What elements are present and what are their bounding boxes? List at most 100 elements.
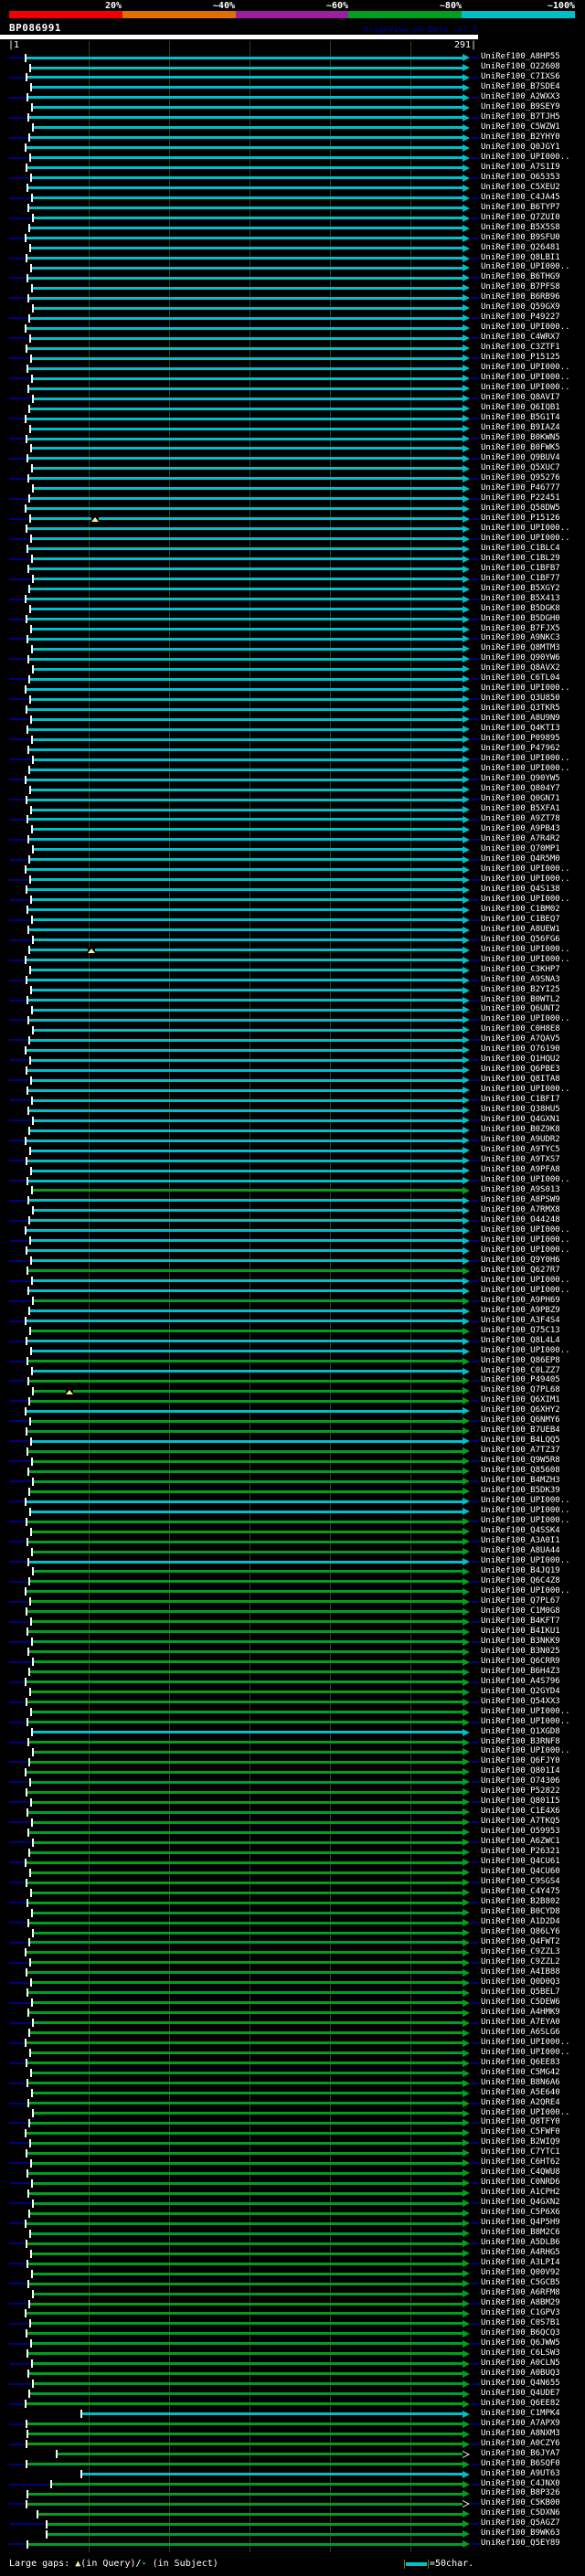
alignment-row[interactable]: UniRef100_A0CZY6 bbox=[0, 2439, 585, 2449]
hit-accession-label[interactable]: UniRef100_C6TL04 bbox=[481, 673, 560, 684]
alignment-row[interactable]: UniRef100_P49405 bbox=[0, 1376, 585, 1386]
alignment-bar[interactable] bbox=[27, 618, 463, 620]
alignment-row[interactable]: UniRef100_UPI000.. bbox=[0, 1286, 585, 1296]
hit-accession-label[interactable]: UniRef100_UPI000.. bbox=[481, 1506, 570, 1516]
hit-accession-label[interactable]: UniRef100_Q801I5 bbox=[481, 1797, 560, 1807]
alignment-row[interactable]: UniRef100_UPI000.. bbox=[0, 1707, 585, 1717]
alignment-row[interactable]: UniRef100_Q6IQB1 bbox=[0, 404, 585, 414]
alignment-row[interactable]: UniRef100_UPI000.. bbox=[0, 2048, 585, 2058]
alignment-bar[interactable] bbox=[34, 1119, 463, 1122]
hit-accession-label[interactable]: UniRef100_B5XGY2 bbox=[481, 584, 560, 594]
alignment-bar[interactable] bbox=[27, 1249, 463, 1252]
alignment-row[interactable]: UniRef100_P26321 bbox=[0, 1848, 585, 1858]
alignment-row[interactable]: UniRef100_A9UDR2 bbox=[0, 1136, 585, 1146]
alignment-bar[interactable] bbox=[27, 1430, 463, 1433]
alignment-bar[interactable] bbox=[28, 2352, 463, 2355]
alignment-bar[interactable] bbox=[27, 2332, 463, 2335]
alignment-bar[interactable] bbox=[31, 1150, 463, 1152]
hit-accession-label[interactable]: UniRef100_A7S1I9 bbox=[481, 163, 560, 173]
alignment-row[interactable]: UniRef100_A7S1I9 bbox=[0, 163, 585, 173]
hit-accession-label[interactable]: UniRef100_C1BLC4 bbox=[481, 544, 560, 554]
alignment-row[interactable]: UniRef100_Q4KTI3 bbox=[0, 725, 585, 735]
alignment-bar[interactable] bbox=[27, 1590, 463, 1593]
alignment-bar[interactable] bbox=[32, 1801, 463, 1804]
alignment-row[interactable]: UniRef100_UPI000.. bbox=[0, 1497, 585, 1507]
alignment-row[interactable]: UniRef100_A4S796 bbox=[0, 1677, 585, 1687]
alignment-row[interactable]: UniRef100_UPI000.. bbox=[0, 1235, 585, 1246]
alignment-row[interactable]: UniRef100_Q6XIM1 bbox=[0, 1396, 585, 1406]
hit-accession-label[interactable]: UniRef100_A1CPH2 bbox=[481, 2188, 560, 2198]
alignment-bar[interactable] bbox=[34, 126, 463, 129]
alignment-row[interactable]: UniRef100_Q4S138 bbox=[0, 885, 585, 895]
alignment-bar[interactable] bbox=[27, 1971, 463, 1974]
alignment-row[interactable]: UniRef100_P49227 bbox=[0, 313, 585, 323]
alignment-bar[interactable] bbox=[29, 1650, 463, 1653]
alignment-bar[interactable] bbox=[27, 1500, 463, 1503]
alignment-row[interactable]: UniRef100_B4MZH3 bbox=[0, 1477, 585, 1487]
hit-accession-label[interactable]: UniRef100_A9SNA3 bbox=[481, 975, 560, 985]
hit-accession-label[interactable]: UniRef100_C5XEU2 bbox=[481, 183, 560, 193]
alignment-row[interactable]: UniRef100_Q4SSK4 bbox=[0, 1527, 585, 1537]
alignment-row[interactable]: UniRef100_B4JQ19 bbox=[0, 1566, 585, 1576]
alignment-row[interactable]: UniRef100_C0H8E8 bbox=[0, 1025, 585, 1035]
hit-accession-label[interactable]: UniRef100_Q6NMY6 bbox=[481, 1415, 560, 1426]
alignment-bar[interactable] bbox=[33, 2362, 463, 2365]
hit-accession-label[interactable]: UniRef100_A5E640 bbox=[481, 2088, 560, 2098]
alignment-row[interactable]: UniRef100_B2YI25 bbox=[0, 985, 585, 995]
alignment-row[interactable]: UniRef100_UPI000.. bbox=[0, 2038, 585, 2048]
alignment-bar[interactable] bbox=[27, 2443, 463, 2445]
hit-accession-label[interactable]: UniRef100_A8PSW9 bbox=[481, 1195, 560, 1205]
hit-accession-label[interactable]: UniRef100_Q5XUC7 bbox=[481, 463, 560, 473]
alignment-bar[interactable] bbox=[29, 477, 463, 480]
alignment-row[interactable]: UniRef100_A8BM29 bbox=[0, 2299, 585, 2309]
alignment-bar[interactable] bbox=[48, 2533, 463, 2536]
alignment-row[interactable]: UniRef100_C4JA45 bbox=[0, 193, 585, 203]
hit-accession-label[interactable]: UniRef100_C7IXS6 bbox=[481, 72, 560, 82]
alignment-bar[interactable] bbox=[27, 1882, 463, 1884]
alignment-row[interactable]: UniRef100_B4KFT7 bbox=[0, 1617, 585, 1627]
hit-accession-label[interactable]: UniRef100_P26321 bbox=[481, 1847, 560, 1857]
hit-accession-label[interactable]: UniRef100_Q1XGD8 bbox=[481, 1727, 560, 1737]
alignment-row[interactable]: UniRef100_UPI000.. bbox=[0, 1507, 585, 1517]
alignment-bar[interactable] bbox=[27, 799, 463, 801]
alignment-bar[interactable] bbox=[29, 387, 463, 390]
alignment-bar[interactable] bbox=[29, 838, 463, 841]
hit-accession-label[interactable]: UniRef100_C5DEW6 bbox=[481, 1998, 560, 2008]
hit-accession-label[interactable]: UniRef100_Q6XHY2 bbox=[481, 1405, 560, 1415]
alignment-row[interactable]: UniRef100_A7APX9 bbox=[0, 2419, 585, 2429]
alignment-bar[interactable] bbox=[33, 2182, 463, 2185]
hit-accession-label[interactable]: UniRef100_B7PFS8 bbox=[481, 282, 560, 292]
hit-accession-label[interactable]: UniRef100_B7FJX5 bbox=[481, 624, 560, 634]
alignment-row[interactable]: UniRef100_B2B802 bbox=[0, 1898, 585, 1908]
alignment-bar[interactable] bbox=[31, 1691, 463, 1693]
hit-accession-label[interactable]: UniRef100_C6HT62 bbox=[481, 2157, 560, 2168]
hit-accession-label[interactable]: UniRef100_UPI000.. bbox=[481, 1346, 570, 1356]
hit-accession-label[interactable]: UniRef100_Q00V92 bbox=[481, 2268, 560, 2278]
hit-accession-label[interactable]: UniRef100_Q9BUV4 bbox=[481, 453, 560, 463]
alignment-row[interactable]: UniRef100_Q54XX3 bbox=[0, 1697, 585, 1707]
alignment-bar[interactable] bbox=[33, 2092, 463, 2094]
alignment-bar[interactable] bbox=[27, 347, 463, 350]
alignment-bar[interactable] bbox=[29, 2283, 463, 2285]
alignment-bar[interactable] bbox=[29, 658, 463, 661]
alignment-bar[interactable] bbox=[27, 1049, 463, 1052]
hit-accession-label[interactable]: UniRef100_A9PFA8 bbox=[481, 1165, 560, 1175]
alignment-row[interactable]: UniRef100_C1BL29 bbox=[0, 554, 585, 564]
alignment-bar[interactable] bbox=[34, 668, 463, 671]
alignment-row[interactable]: UniRef100_B7TJH5 bbox=[0, 112, 585, 122]
hit-accession-label[interactable]: UniRef100_B8N6A6 bbox=[481, 2078, 560, 2088]
hit-accession-label[interactable]: UniRef100_UPI000.. bbox=[481, 2108, 570, 2118]
alignment-row[interactable]: UniRef100_Q4N655 bbox=[0, 2379, 585, 2389]
alignment-bar[interactable] bbox=[27, 2132, 463, 2135]
alignment-row[interactable]: UniRef100_Q7PL67 bbox=[0, 1596, 585, 1606]
alignment-row[interactable]: UniRef100_Q5BEL7 bbox=[0, 1988, 585, 1998]
hit-accession-label[interactable]: UniRef100_A7R4R2 bbox=[481, 834, 560, 844]
alignment-row[interactable]: UniRef100_UPI000.. bbox=[0, 1517, 585, 1527]
alignment-row[interactable]: UniRef100_C1MPK4 bbox=[0, 2409, 585, 2419]
alignment-bar[interactable] bbox=[52, 2483, 463, 2486]
alignment-row[interactable]: UniRef100_Q8ITA8 bbox=[0, 1076, 585, 1086]
alignment-row[interactable]: UniRef100_O76190 bbox=[0, 1045, 585, 1055]
alignment-bar[interactable] bbox=[34, 758, 463, 761]
alignment-bar[interactable] bbox=[34, 2202, 463, 2205]
alignment-row[interactable]: UniRef100_Q4CU60 bbox=[0, 1868, 585, 1878]
